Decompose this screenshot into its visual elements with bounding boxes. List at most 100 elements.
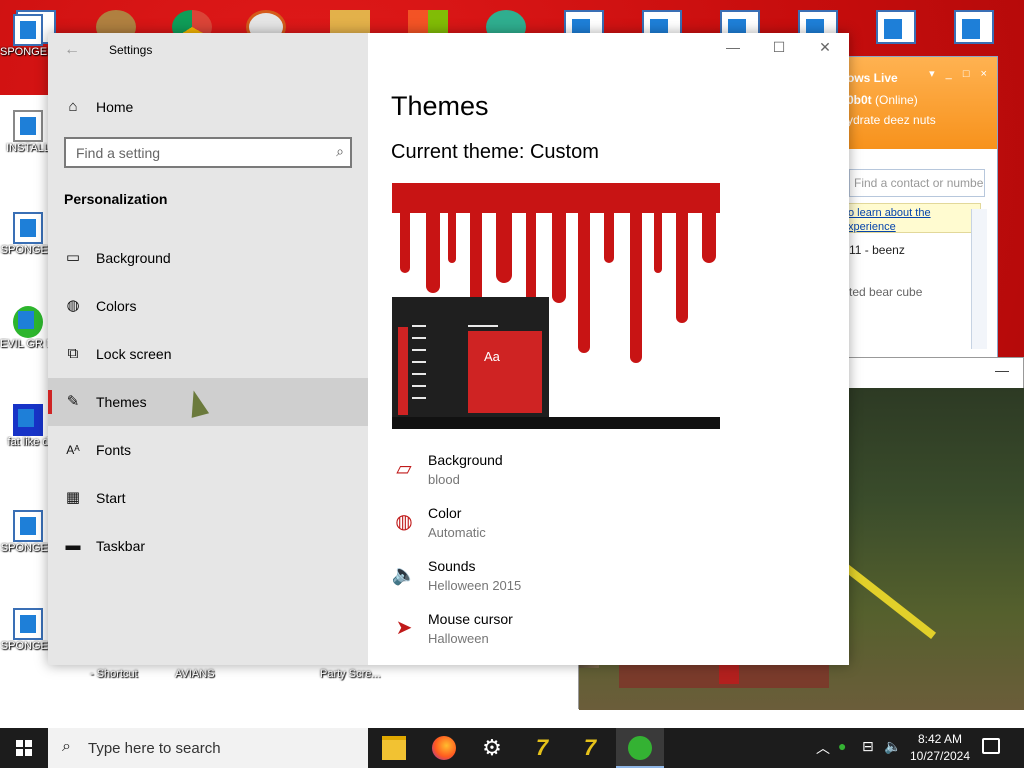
current-theme-heading: Current theme: Custom xyxy=(391,141,599,163)
volume-icon[interactable]: 🔈 xyxy=(884,738,901,755)
themes-content: Themes Current theme: Custom Aa ▱ Backgr… xyxy=(368,33,849,665)
nav-item-lock-screen[interactable]: ⧉ Lock screen xyxy=(48,330,368,378)
taskbar-search[interactable]: ⌕ Type here to search xyxy=(48,728,368,768)
taskbar-file-explorer[interactable] xyxy=(370,728,418,768)
nav-home[interactable]: ⌂ Home xyxy=(48,89,368,125)
themes-icon: ✎ xyxy=(66,393,80,410)
start-button[interactable] xyxy=(0,728,48,768)
messenger-status: (Online) xyxy=(875,93,918,107)
taskbar-icon: ▬ xyxy=(65,537,81,554)
theme-prop-mouse-cursor[interactable]: ➤ Mouse cursor Halloween xyxy=(391,611,791,659)
blood-drip xyxy=(400,203,410,273)
palette-icon: ◍ xyxy=(66,297,80,314)
preview-taskbar xyxy=(392,417,720,429)
app-7-icon: 7 xyxy=(583,735,597,760)
windows-logo-icon xyxy=(16,740,32,756)
prop-name: Color xyxy=(428,505,462,521)
blood-drip xyxy=(604,203,614,263)
program-icon xyxy=(13,608,43,640)
blood-drip xyxy=(654,203,662,273)
program-icon xyxy=(13,212,43,244)
nav-item-themes[interactable]: ✎ Themes xyxy=(48,378,368,426)
prop-value: Automatic xyxy=(428,525,486,540)
blood-drip xyxy=(448,203,456,263)
info-link-text[interactable]: xperience xyxy=(848,220,976,234)
program-icon xyxy=(13,14,43,46)
theme-prop-background[interactable]: ▱ Background blood xyxy=(391,452,791,500)
find-setting-search[interactable]: ⌕ xyxy=(64,137,352,168)
back-arrow-icon[interactable]: ← xyxy=(64,41,80,59)
chevron-up-icon[interactable]: ︿ xyxy=(816,738,830,758)
taskbar-settings[interactable]: ⚙ xyxy=(468,728,516,768)
nav-item-label: Colors xyxy=(96,298,137,314)
document-icon xyxy=(13,110,43,142)
app-7-icon: 7 xyxy=(535,735,549,760)
messenger-tray-icon[interactable]: ● xyxy=(838,738,846,754)
messenger-username: 0b0t xyxy=(847,93,872,107)
theme-prop-color[interactable]: ◍ Color Automatic xyxy=(391,505,791,553)
prop-value: blood xyxy=(428,472,460,487)
info-link-text[interactable]: o learn about the xyxy=(848,206,976,220)
settings-window[interactable]: ← Settings ⌂ Home ⌕ Personalization ▭ Ba… xyxy=(48,33,849,665)
preview-tile xyxy=(468,331,542,413)
nav-item-colors[interactable]: ◍ Colors xyxy=(48,282,368,330)
messenger-status-line[interactable]: 0b0t (Online) xyxy=(847,93,997,107)
preview-line xyxy=(412,385,426,387)
image-icon: ▭ xyxy=(65,249,81,266)
blood-drip xyxy=(578,203,590,353)
clock-time: 8:42 AM xyxy=(917,732,963,746)
messenger-window-controls[interactable]: ▾ _ □ × xyxy=(929,67,991,80)
speaker-icon: 🔈 xyxy=(391,564,417,586)
minimize-icon[interactable]: — xyxy=(995,362,1009,378)
preview-taskbar-strip xyxy=(398,327,408,415)
desktop-app-icon[interactable] xyxy=(954,10,994,44)
messenger-icon xyxy=(628,736,652,760)
nav-item-label: Background xyxy=(96,250,171,266)
preview-line xyxy=(468,325,498,327)
blood-drip xyxy=(552,203,566,303)
nav-item-background[interactable]: ▭ Background xyxy=(48,234,368,282)
preview-line xyxy=(412,337,426,339)
desktop-icon-label[interactable]: Party Scre... xyxy=(320,668,381,680)
nav-item-start[interactable]: ▦ Start xyxy=(48,474,368,522)
fonts-icon: Aᴬ xyxy=(66,443,80,457)
desktop-app-icon[interactable] xyxy=(876,10,916,44)
firefox-icon xyxy=(432,736,456,760)
messenger-scrollbar[interactable] xyxy=(971,209,987,349)
theme-prop-sounds[interactable]: 🔈 Sounds Helloween 2015 xyxy=(391,558,791,606)
nav-item-label: Fonts xyxy=(96,442,132,458)
taskbar-firefox[interactable] xyxy=(420,728,468,768)
gear-icon: ⚙ xyxy=(482,735,502,760)
clock-date: 10/27/2024 xyxy=(909,749,971,763)
blood-drip xyxy=(630,203,642,363)
taskbar-clock[interactable]: 8:42 AM 10/27/2024 xyxy=(900,731,980,765)
nav-item-label: Start xyxy=(96,490,126,506)
search-icon: ⌕ xyxy=(62,738,71,755)
start-icon: ▦ xyxy=(65,489,81,506)
nav-item-fonts[interactable]: Aᴬ Fonts xyxy=(48,426,368,474)
settings-sidebar: ← Settings ⌂ Home ⌕ Personalization ▭ Ba… xyxy=(48,33,368,665)
palette-icon: ◍ xyxy=(395,511,413,533)
page-title: Themes xyxy=(391,91,489,121)
taskbar-app-7[interactable]: 7 xyxy=(566,728,614,768)
messenger-personal-message[interactable]: ydrate deez nuts xyxy=(847,113,997,127)
theme-preview[interactable]: Aa xyxy=(392,183,720,429)
search-icon[interactable]: ⌕ xyxy=(336,143,344,160)
taskbar-search-placeholder: Type here to search xyxy=(88,740,221,757)
blood-drip xyxy=(702,203,716,263)
preview-line xyxy=(412,349,426,351)
blood-drip xyxy=(676,203,688,323)
preview-line xyxy=(412,361,426,363)
messenger-info-banner[interactable]: o learn about the xperience xyxy=(843,203,981,233)
notification-icon[interactable] xyxy=(982,738,1000,754)
prop-name: Background xyxy=(428,452,503,468)
prop-value: Halloween xyxy=(428,631,489,646)
desktop-icon-label[interactable]: - Shortcut xyxy=(90,668,138,680)
desktop-icon-label[interactable]: AVIANS xyxy=(175,668,215,680)
taskbar-app-7[interactable]: 7 xyxy=(518,728,566,768)
messenger-search-input[interactable]: Find a contact or numbe xyxy=(849,169,985,197)
nav-item-taskbar[interactable]: ▬ Taskbar xyxy=(48,522,368,570)
taskbar-messenger[interactable] xyxy=(616,728,664,768)
find-setting-input[interactable] xyxy=(66,139,316,166)
network-icon[interactable]: ⊟ xyxy=(862,738,874,755)
